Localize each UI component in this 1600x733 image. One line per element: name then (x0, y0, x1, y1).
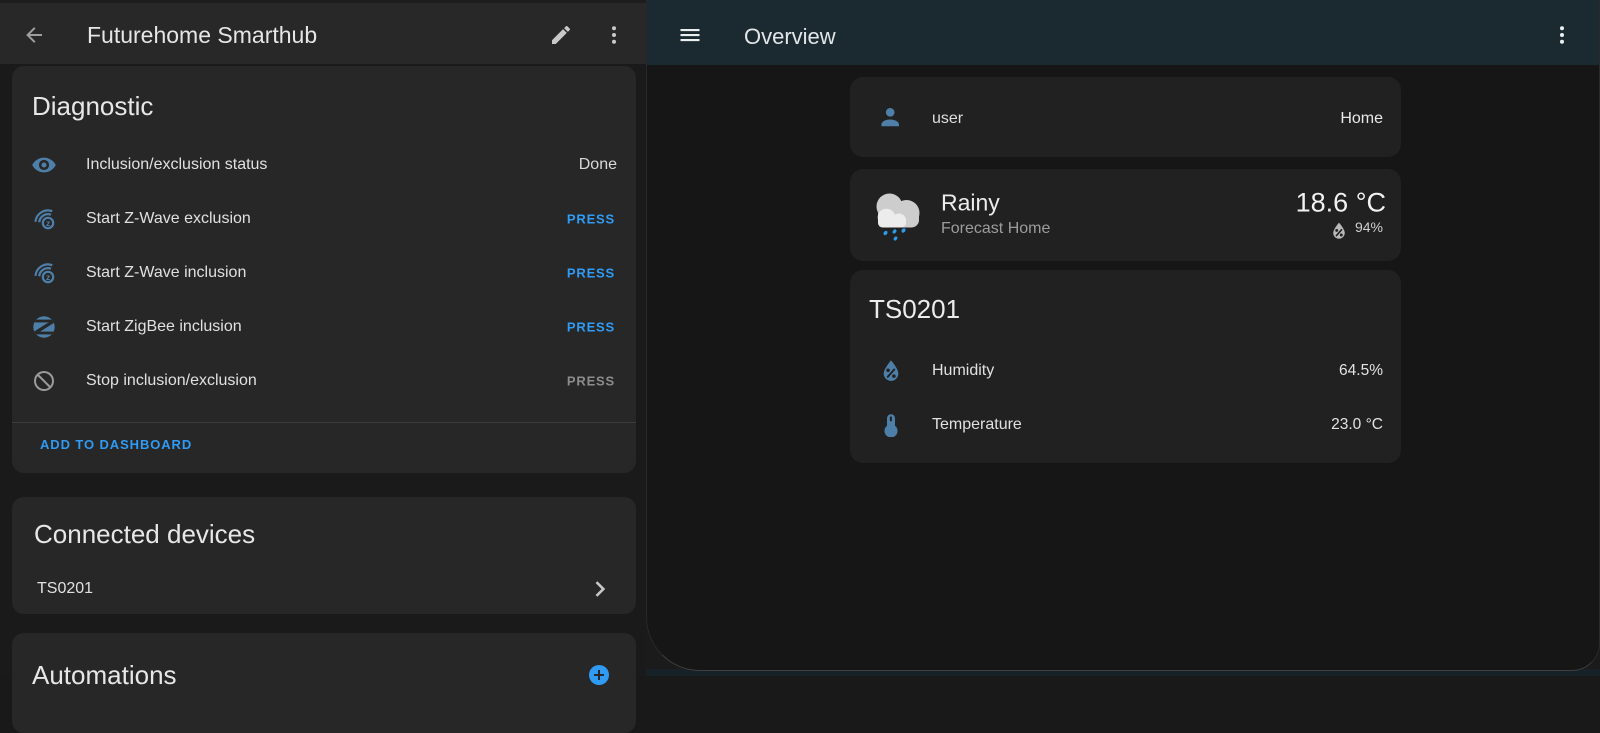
svg-text:z: z (46, 218, 50, 228)
svg-text:z: z (46, 272, 50, 282)
